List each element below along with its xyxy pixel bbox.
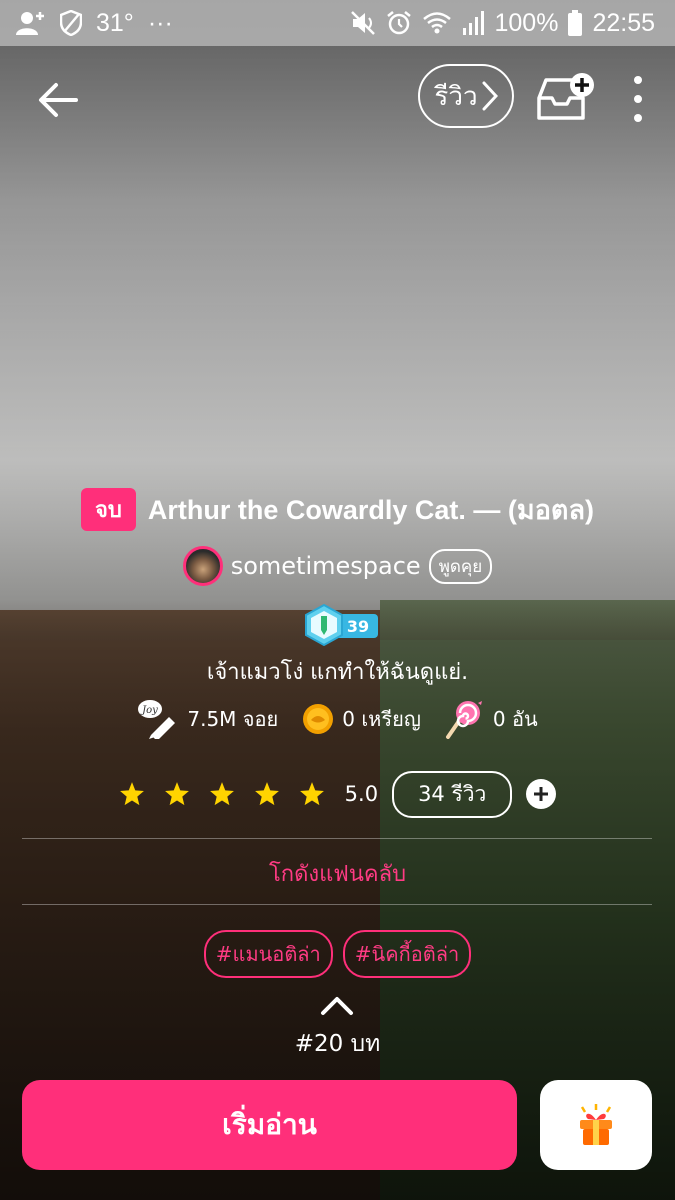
add-to-shelf-icon — [537, 73, 594, 120]
add-review-button[interactable] — [526, 779, 557, 809]
writer-level-number: 39 — [338, 614, 378, 638]
arrow-left-icon — [39, 83, 78, 117]
author-name[interactable]: sometimespace — [231, 552, 421, 580]
more-options-button[interactable] — [624, 76, 652, 122]
writer-level-badge: 39 — [304, 604, 380, 646]
joy-stat: Joy 7.5M จอย — [137, 699, 278, 739]
review-button[interactable]: รีวิว — [418, 64, 514, 128]
joy-icon-label: Joy — [141, 705, 159, 716]
signal-icon — [462, 10, 485, 36]
more-dot — [634, 95, 642, 103]
clock: 22:55 — [592, 8, 655, 37]
add-user-icon — [16, 10, 46, 36]
joy-count: 7.5M จอย — [187, 707, 279, 731]
candy-count: 0 อัน — [492, 707, 538, 731]
gift-button[interactable] — [540, 1080, 652, 1170]
star-icon — [254, 782, 279, 806]
story-title: Arthur the Cowardly Cat. — (มอตล) — [147, 495, 594, 525]
author-avatar[interactable] — [182, 546, 223, 586]
plus-icon — [534, 787, 549, 801]
more-notifications-icon: ··· — [147, 8, 173, 37]
add-to-library-button[interactable] — [536, 72, 598, 124]
chevron-up-icon — [321, 997, 353, 1015]
chapter-count: #20 บท — [294, 1031, 381, 1057]
tag-chip[interactable]: #แมนอติล่า — [203, 930, 333, 978]
divider — [22, 838, 652, 839]
title-row: จบ Arthur the Cowardly Cat. — (มอตล) — [0, 488, 675, 531]
tag-list: #แมนอติล่า #นิคกี้อติล่า — [0, 930, 675, 978]
candy-stat: 0 อัน — [445, 699, 538, 739]
chat-button[interactable]: พูดคุย — [428, 548, 493, 584]
status-bar: 31° ··· 100% 22:55 — [0, 0, 675, 46]
back-button[interactable] — [32, 74, 84, 126]
cover-shade — [0, 0, 675, 1200]
story-detail-screen: 31° ··· 100% 22:55 รีวิว จบ Arthur the C… — [0, 0, 675, 1200]
star-icon — [119, 782, 144, 806]
wifi-icon — [422, 10, 452, 36]
gift-icon — [580, 1104, 612, 1145]
pencil-level-icon — [305, 604, 343, 646]
start-reading-button[interactable]: เริ่มอ่าน — [22, 1080, 517, 1170]
battery-icon — [568, 10, 583, 36]
story-tagline: เจ้าแมวโง่ แกทำให้ฉันดูแย่. — [206, 660, 469, 685]
alarm-icon — [386, 10, 412, 36]
tag-chip[interactable]: #นิคกี้อติล่า — [342, 930, 472, 978]
coin-stat: 0 เหรียญ — [302, 703, 421, 735]
coin-icon — [303, 704, 334, 734]
rating-value: 5.0 — [344, 782, 379, 806]
star-rating — [119, 781, 325, 807]
status-badge: จบ — [81, 488, 136, 531]
coin-count: 0 เหรียญ — [342, 707, 421, 731]
lollipop-icon — [445, 701, 482, 739]
divider — [22, 904, 652, 905]
joy-pen-icon: Joy — [138, 700, 176, 739]
more-dot — [634, 76, 642, 84]
star-icon — [164, 782, 189, 806]
mute-icon — [350, 10, 376, 36]
author-row: sometimespace พูดคุย — [0, 546, 675, 586]
star-icon — [299, 782, 324, 806]
expand-button[interactable] — [320, 994, 354, 1016]
temperature: 31° — [96, 8, 134, 37]
star-icon — [209, 782, 234, 806]
stats-row: Joy 7.5M จอย 0 เหรียญ 0 อัน — [0, 698, 675, 740]
reviews-count-button[interactable]: 34 รีวิว — [392, 770, 513, 818]
more-dot — [634, 114, 642, 122]
battery-percent: 100% — [494, 8, 559, 37]
rating-row: 5.0 34 รีวิว — [0, 770, 675, 818]
chevron-right-icon — [482, 81, 498, 111]
shield-icon — [60, 10, 82, 36]
fanclub-link[interactable]: โกดังแฟนคลับ — [0, 856, 675, 891]
review-button-label: รีวิว — [434, 81, 478, 112]
